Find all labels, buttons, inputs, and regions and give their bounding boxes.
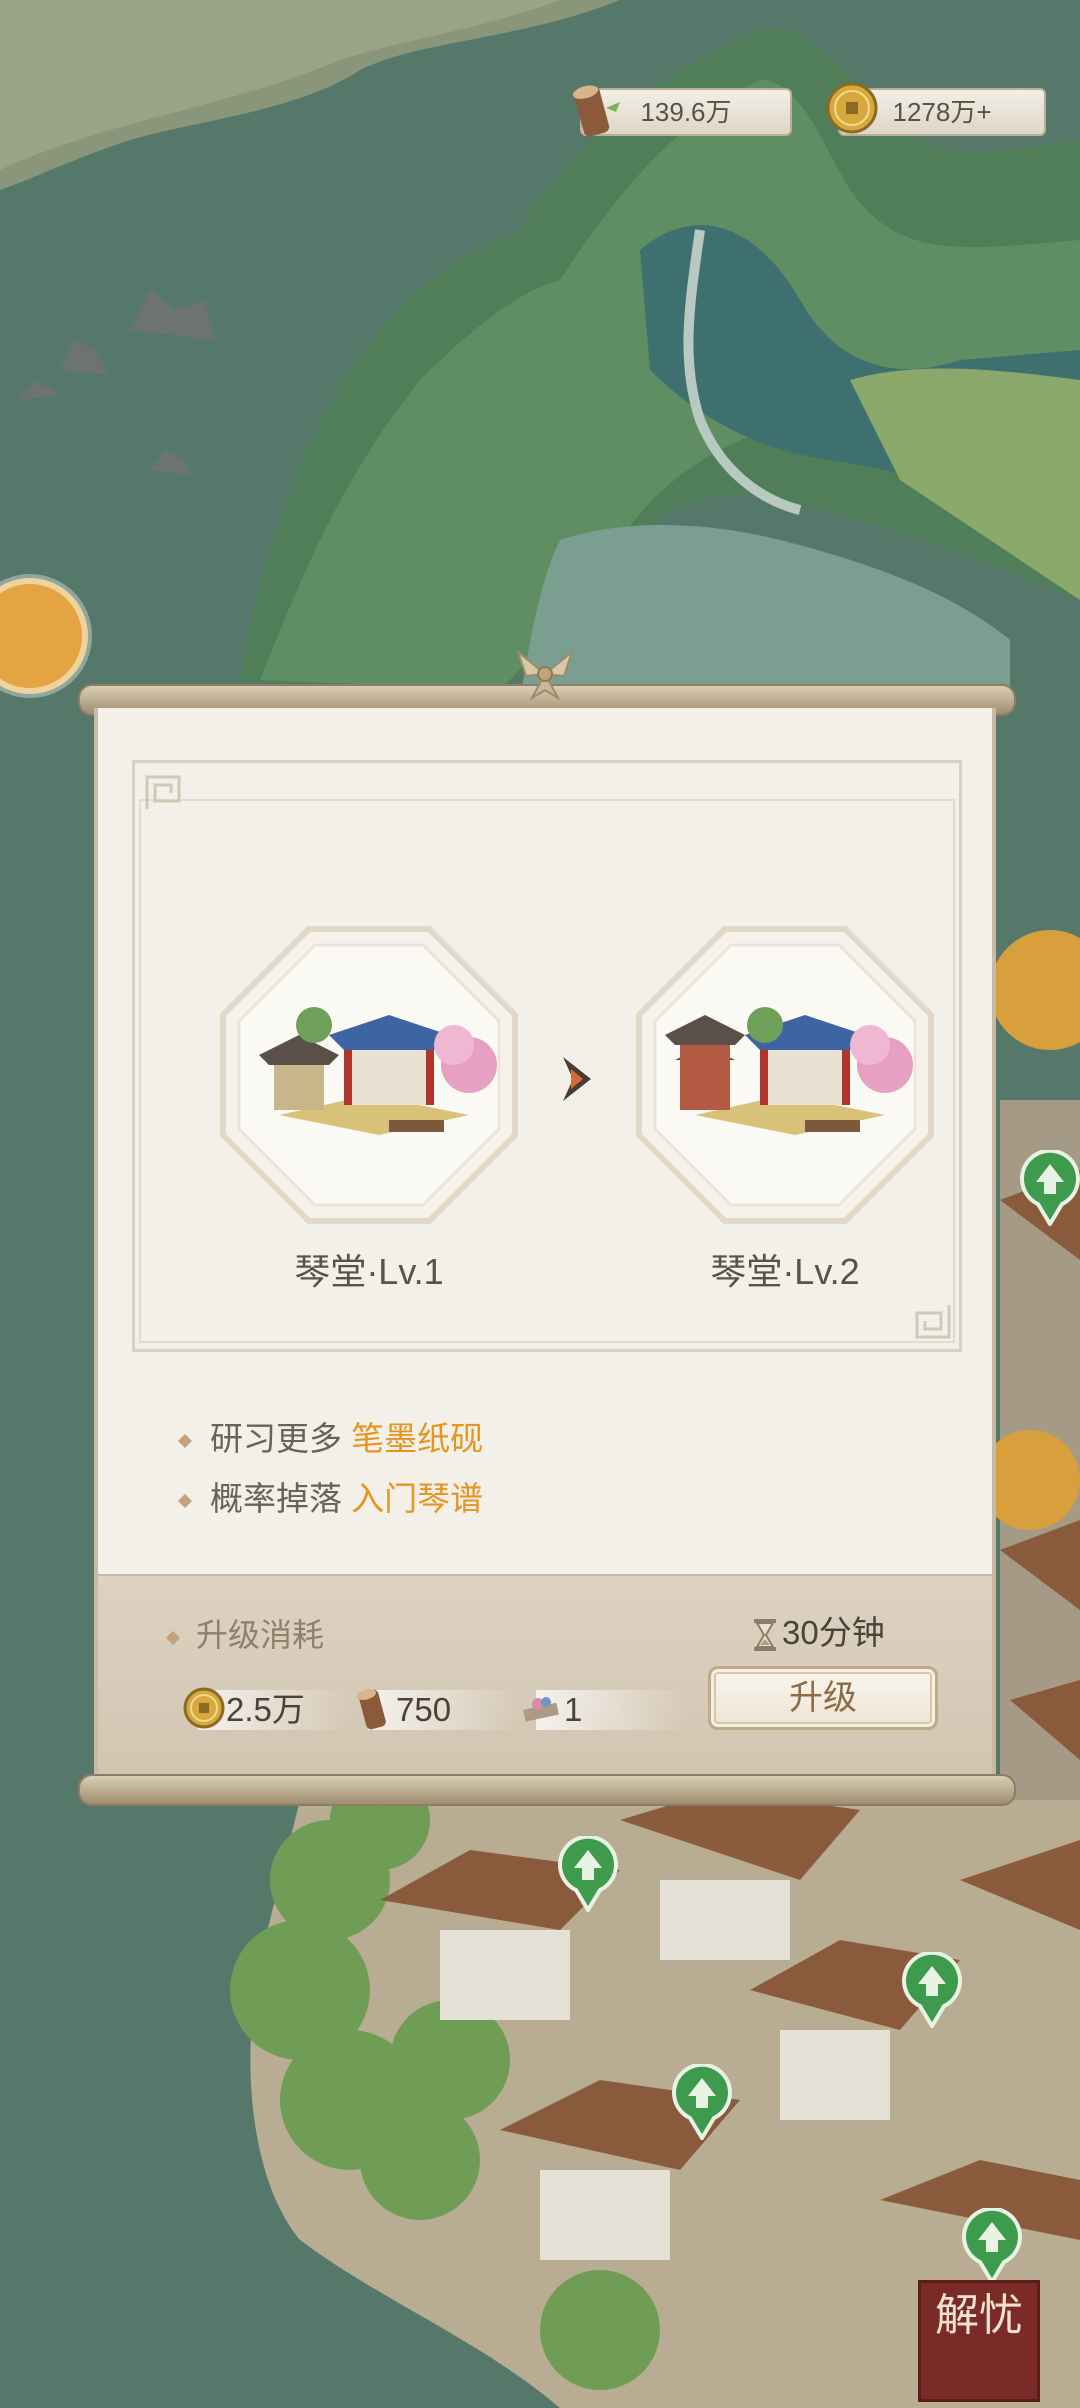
- building-next-image: [636, 926, 934, 1224]
- bullet-diamond-icon: [177, 1434, 193, 1449]
- scroll-rod-bottom: [78, 1774, 1016, 1806]
- corner-ornament: [145, 775, 181, 809]
- benefit-item: 研习更多 笔墨纸砚: [177, 1412, 484, 1460]
- upgrade-time-value: 30分钟: [782, 1614, 885, 1651]
- upgrade-arrow-icon[interactable]: [556, 1836, 620, 1912]
- bullet-diamond-icon: [165, 1630, 181, 1645]
- current-level-label: 琴堂·Lv.1: [294, 1251, 444, 1292]
- arrow-right-icon: [563, 1057, 591, 1101]
- scroll-material-icon: [523, 1697, 559, 1722]
- cost-title-text: 升级消耗: [196, 1617, 325, 1653]
- upgrade-time: 30分钟: [752, 1606, 885, 1654]
- upgrade-arrow-icon[interactable]: [960, 2208, 1024, 2284]
- cost-title: 升级消耗: [165, 1610, 325, 1656]
- wood-log-icon: [572, 85, 620, 137]
- building-current-image: [220, 926, 518, 1224]
- upgrade-preview-card: 琴堂·Lv.1 琴堂·Lv.2: [132, 760, 962, 1352]
- next-level-label: 琴堂·Lv.2: [710, 1251, 860, 1292]
- hourglass-icon: [754, 1619, 776, 1652]
- upgrade-cost-section: 升级消耗 30分钟 2.5万 750 1 升级: [98, 1574, 992, 1778]
- corner-ornament: [915, 1305, 951, 1339]
- coin-icon: [183, 1687, 225, 1729]
- cost-item-value: 1: [564, 1691, 583, 1728]
- upgrade-arrow-icon[interactable]: [670, 2064, 734, 2140]
- benefit-highlight: 入门琴谱: [351, 1480, 484, 1517]
- benefit-item: 概率掉落 入门琴谱: [177, 1472, 484, 1520]
- cost-wood-value: 750: [396, 1691, 452, 1728]
- benefit-highlight: 笔墨纸砚: [351, 1420, 484, 1457]
- wood-amount: 139.6万: [640, 97, 732, 127]
- benefit-text: 研习更多: [210, 1420, 352, 1457]
- wood-log-icon: [356, 1689, 386, 1730]
- upgrade-button[interactable]: 升级: [708, 1666, 938, 1730]
- upgrade-arrow-icon[interactable]: [900, 1952, 964, 2028]
- upgrade-dialog: 琴堂·Lv.1 琴堂·Lv.2 研习更多 笔墨纸砚 概率掉落 入门琴谱 升级消耗…: [94, 708, 996, 1778]
- ribbon-knot-icon: [515, 649, 575, 701]
- jieyou-badge[interactable]: 解忧: [918, 2280, 1040, 2402]
- bullet-diamond-icon: [177, 1494, 193, 1509]
- coin-icon: [826, 82, 878, 134]
- cost-coins-value: 2.5万: [226, 1691, 305, 1728]
- upgrade-arrow-icon[interactable]: [1018, 1150, 1080, 1226]
- benefit-text: 概率掉落: [210, 1480, 352, 1517]
- coin-amount: 1278万+: [892, 97, 992, 127]
